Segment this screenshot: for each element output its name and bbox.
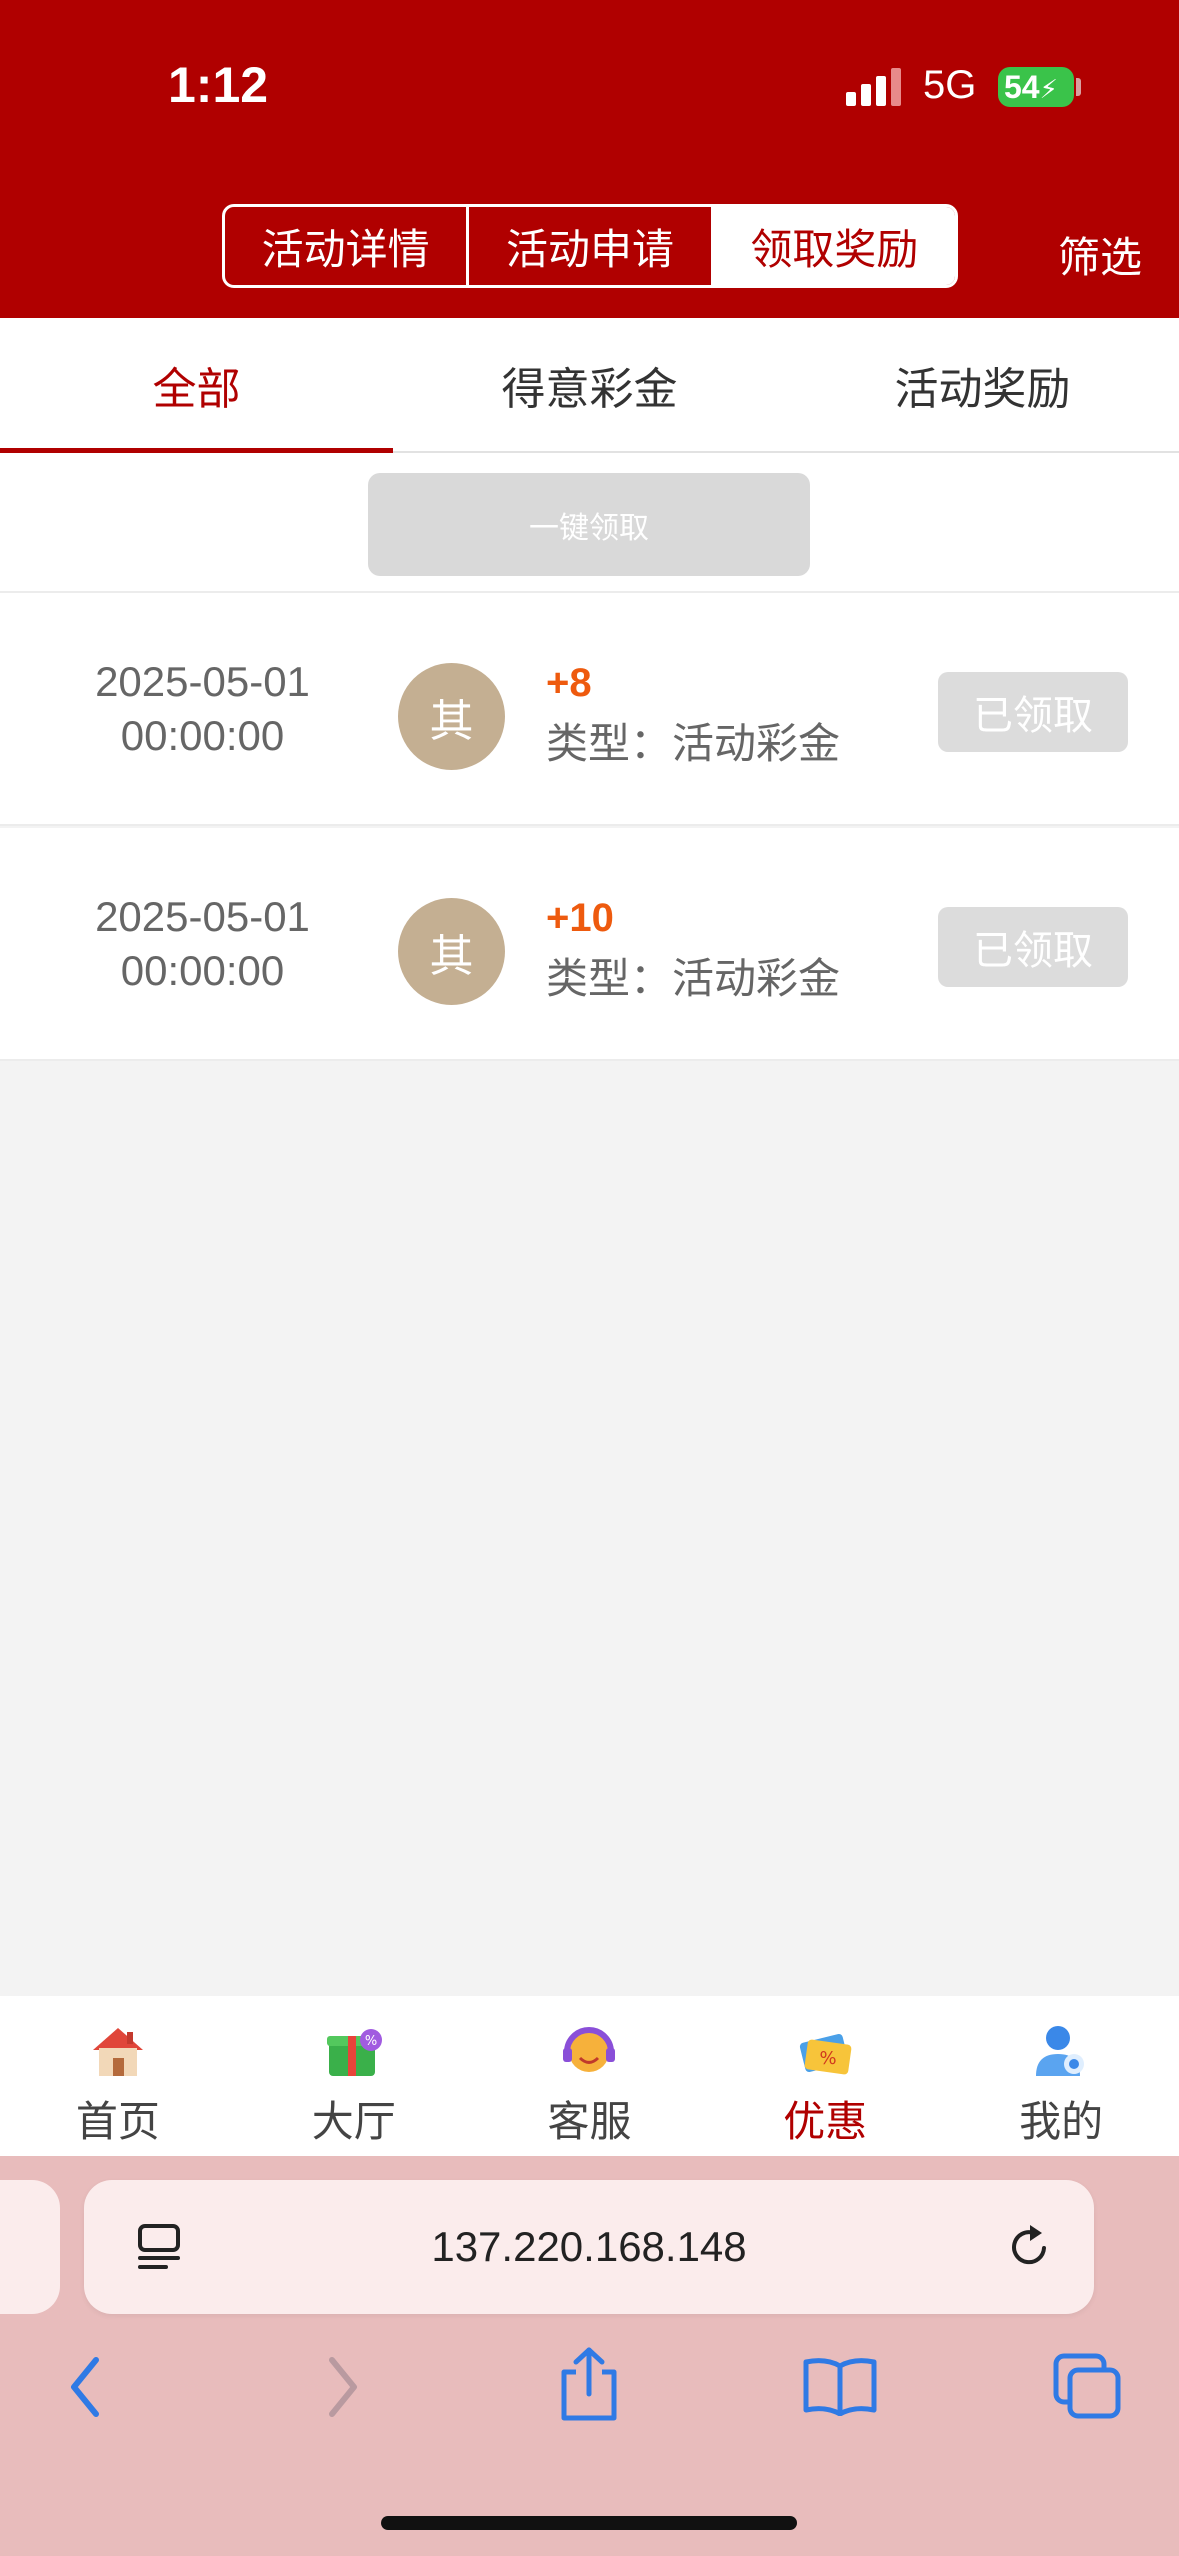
cellular-signal-icon [846, 68, 901, 106]
discount-ticket-icon: % [800, 2033, 852, 2075]
bottom-nav: 首页 % 大厅 客服 % 优惠 我的 [0, 1996, 1179, 2156]
svg-text:%: % [820, 2048, 837, 2069]
segment-claim-rewards[interactable]: 领取奖励 [713, 207, 955, 285]
record-type: 类型：活动彩金 [546, 955, 841, 1002]
tabs-overview-icon[interactable] [1052, 2352, 1124, 2420]
nav-home[interactable]: 首页 [0, 1996, 236, 2156]
nav-label: 客服 [547, 2098, 632, 2145]
house-icon [92, 2028, 143, 2076]
record-amount: +10 [546, 896, 614, 940]
network-type: 5G [923, 63, 977, 107]
nav-label: 大厅 [311, 2098, 396, 2145]
filter-button[interactable]: 筛选 [1058, 224, 1142, 285]
record-amount: +8 [546, 661, 592, 705]
user-profile-icon [1036, 2026, 1085, 2076]
segment-activity-apply[interactable]: 活动申请 [469, 207, 714, 285]
record-date: 2025-05-01 [95, 658, 310, 705]
battery-icon: 54⚡ [998, 67, 1074, 107]
home-indicator [381, 2516, 797, 2530]
tab-all[interactable]: 全部 [0, 318, 393, 453]
nav-label: 我的 [1019, 2098, 1104, 2145]
record-date: 2025-05-01 [95, 893, 310, 940]
url-text: 137.220.168.148 [431, 2223, 747, 2270]
tab-bonus[interactable]: 得意彩金 [393, 318, 786, 451]
category-tabs: 全部 得意彩金 活动奖励 [0, 318, 1179, 453]
list-item: 2025-05-01 00:00:00 其 +10 类型：活动彩金 已领取 [0, 828, 1179, 1061]
nav-profile[interactable]: 我的 [943, 1996, 1179, 2156]
nav-promotions[interactable]: % 优惠 [707, 1996, 943, 2156]
claimed-status-button: 已领取 [938, 672, 1128, 752]
nav-customer-service[interactable]: 客服 [472, 1996, 708, 2156]
record-time: 00:00:00 [120, 947, 285, 994]
previous-tab-preview[interactable] [0, 2180, 60, 2314]
back-arrow-icon[interactable] [66, 2352, 106, 2422]
reload-icon[interactable] [1004, 2222, 1054, 2272]
charging-bolt-icon: ⚡ [1039, 74, 1058, 104]
forward-arrow-icon[interactable] [322, 2352, 362, 2422]
record-avatar: 其 [398, 898, 505, 1005]
list-item: 2025-05-01 00:00:00 其 +8 类型：活动彩金 已领取 [0, 593, 1179, 826]
segmented-control: 活动详情 活动申请 领取奖励 [222, 204, 958, 288]
record-time: 00:00:00 [120, 712, 285, 759]
claim-all-button[interactable]: 一键领取 [368, 473, 810, 576]
svg-text:%: % [365, 2034, 377, 2049]
record-avatar: 其 [398, 663, 505, 770]
claimed-status-button: 已领取 [938, 907, 1128, 987]
record-type: 类型：活动彩金 [546, 720, 841, 767]
tab-activity-rewards[interactable]: 活动奖励 [786, 318, 1179, 451]
gift-box-icon: % [326, 2029, 382, 2076]
bookmarks-book-icon[interactable] [802, 2356, 878, 2416]
nav-label: 首页 [75, 2098, 160, 2145]
battery-level: 54 [1004, 69, 1040, 105]
headset-emoji-icon [563, 2027, 616, 2072]
share-icon[interactable] [556, 2346, 622, 2422]
address-bar[interactable]: 137.220.168.148 [84, 2180, 1094, 2314]
segment-activity-details[interactable]: 活动详情 [225, 207, 470, 285]
battery-tip [1076, 78, 1081, 96]
status-time: 1:12 [168, 57, 269, 113]
nav-lobby[interactable]: % 大厅 [236, 1996, 472, 2156]
nav-label: 优惠 [783, 2098, 868, 2145]
